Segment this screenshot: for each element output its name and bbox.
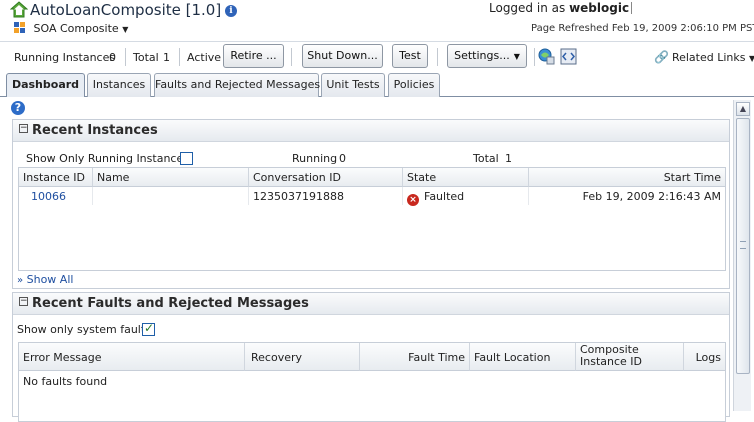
vertical-scrollbar[interactable]: ▲ xyxy=(733,100,751,411)
page-title: AutoLoanComposite [1.0] xyxy=(30,1,222,19)
running-instances-value: 0 xyxy=(109,51,116,64)
tab-instances[interactable]: Instances xyxy=(87,73,151,97)
chevron-down-icon: ▼ xyxy=(513,52,520,61)
soa-composite-menu[interactable]: SOA Composite ▼ xyxy=(14,22,128,35)
page-refreshed[interactable]: Page Refreshed Feb 19, 2009 2:06:10 PM P… xyxy=(531,23,754,34)
show-system-faults-checkbox[interactable] xyxy=(142,321,155,336)
settings-button[interactable]: Settings... ▼ xyxy=(447,44,527,68)
column-header[interactable]: Composite Instance ID xyxy=(576,343,684,371)
column-header[interactable]: Name xyxy=(93,168,249,187)
show-system-faults-label: Show only system faults xyxy=(17,323,151,336)
conversation-id: 1235037191888 xyxy=(249,187,403,205)
column-header[interactable]: Conversation ID xyxy=(249,168,403,187)
state-label: Faulted xyxy=(424,190,465,203)
tab-faults-and-rejected-messages[interactable]: Faults and Rejected Messages xyxy=(154,73,320,97)
fault-error-icon: × xyxy=(407,194,419,206)
toolbar: Running Instances 0 Total 1 Active Retir… xyxy=(0,41,754,71)
tab-unit-tests[interactable]: Unit Tests xyxy=(321,73,385,97)
enterprise-manager-icon[interactable] xyxy=(538,48,555,65)
chevron-down-icon: ▼ xyxy=(748,54,754,63)
column-header[interactable]: Logs xyxy=(684,343,725,371)
collapse-icon[interactable]: − xyxy=(19,124,28,133)
instance-name xyxy=(93,187,249,205)
instance-state: × Faulted xyxy=(403,187,529,206)
show-only-running-label: Show Only Running Instances xyxy=(26,152,189,165)
soa-composite-label: SOA Composite xyxy=(33,22,119,35)
help-icon[interactable]: ? xyxy=(11,101,25,115)
page-header: AutoLoanComposite [1.0] i SOA Composite … xyxy=(0,0,754,40)
recent-faults-header[interactable]: − Recent Faults and Rejected Messages xyxy=(13,293,729,315)
total-value: 1 xyxy=(163,51,170,64)
tab-policies[interactable]: Policies xyxy=(388,73,440,97)
xml-source-icon[interactable] xyxy=(560,48,577,65)
empty-state-text: No faults found xyxy=(23,375,108,388)
running-instances-label: Running Instances xyxy=(14,51,116,64)
scroll-up-arrow-icon[interactable]: ▲ xyxy=(736,102,750,116)
running-value: 0 xyxy=(339,152,346,165)
divider xyxy=(291,48,292,66)
column-header[interactable]: Recovery xyxy=(245,343,360,371)
start-time: Feb 19, 2009 2:16:43 AM xyxy=(582,190,721,203)
divider xyxy=(125,48,126,66)
show-all-label: Show All xyxy=(26,273,74,286)
chevron-down-icon: ▼ xyxy=(122,25,129,34)
composite-status: Active xyxy=(187,51,222,64)
username[interactable]: weblogic xyxy=(569,1,629,15)
column-header[interactable]: Fault Time xyxy=(360,343,470,371)
show-only-running-checkbox[interactable] xyxy=(180,152,193,165)
logged-in-prefix: Logged in as xyxy=(489,1,566,15)
related-links-menu[interactable]: 🔗 Related Links ▼ xyxy=(654,50,754,64)
tab-dashboard[interactable]: Dashboard xyxy=(6,73,85,98)
recent-faults-panel: − Recent Faults and Rejected Messages Sh… xyxy=(12,292,730,422)
instance-id-link[interactable]: 10066 xyxy=(19,187,93,205)
divider xyxy=(534,48,535,66)
logged-in-info: Logged in as weblogic xyxy=(489,1,633,15)
column-header[interactable]: Start Time xyxy=(529,168,725,187)
recent-instances-panel: − Recent Instances Show Only Running Ins… xyxy=(12,119,730,289)
dashboard-content: ? − Recent Instances Show Only Running I… xyxy=(0,97,754,422)
recent-instances-table: Instance ID Name Conversation ID State S… xyxy=(18,167,726,271)
total-label: Total xyxy=(133,51,159,64)
total-label: Total xyxy=(473,152,499,165)
column-header[interactable]: Fault Location xyxy=(470,343,576,371)
column-header[interactable]: Error Message xyxy=(19,343,245,371)
scrollbar-grip-icon xyxy=(740,241,746,249)
divider xyxy=(437,48,438,66)
total-value: 1 xyxy=(505,152,512,165)
related-links-label: Related Links xyxy=(671,51,746,64)
recent-instances-header[interactable]: − Recent Instances xyxy=(13,120,729,142)
test-button[interactable]: Test xyxy=(392,44,428,68)
shut-down-button[interactable]: Shut Down... xyxy=(302,44,383,68)
retire-button[interactable]: Retire ... xyxy=(223,44,284,68)
recent-instances-title: Recent Instances xyxy=(32,123,158,138)
double-chevron-icon: » xyxy=(17,275,24,286)
divider xyxy=(631,2,633,14)
paperclip-icon: 🔗 xyxy=(654,50,669,64)
running-label: Running xyxy=(292,152,338,165)
show-all-link[interactable]: » Show All xyxy=(17,273,73,286)
column-header[interactable]: State xyxy=(403,168,529,187)
column-header[interactable]: Instance ID xyxy=(19,168,93,187)
collapse-icon[interactable]: − xyxy=(19,297,28,306)
scrollbar-thumb[interactable] xyxy=(736,118,750,374)
recent-faults-table: Error Message Recovery Fault Time Fault … xyxy=(18,342,726,422)
divider xyxy=(179,48,180,66)
tab-bar: Dashboard Instances Faults and Rejected … xyxy=(0,71,754,98)
settings-label: Settings... xyxy=(454,49,510,62)
composite-home-icon xyxy=(10,1,28,18)
recent-faults-title: Recent Faults and Rejected Messages xyxy=(32,296,309,311)
info-icon[interactable]: i xyxy=(225,5,237,17)
soa-composite-icon xyxy=(14,22,25,33)
